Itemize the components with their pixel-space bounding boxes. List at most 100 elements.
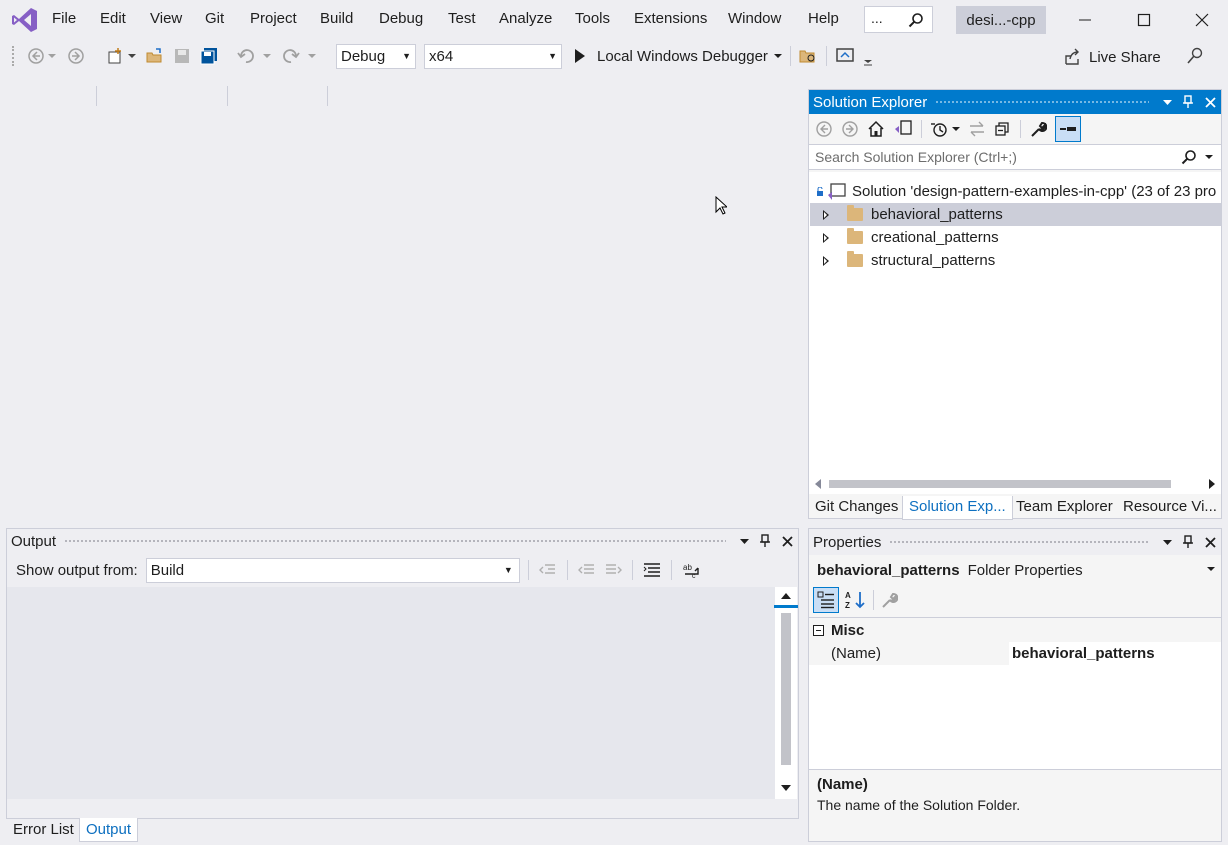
tree-item-folder[interactable]: structural_patterns	[810, 249, 1222, 272]
tree-item-folder[interactable]: creational_patterns	[810, 226, 1222, 249]
save-icon[interactable]	[172, 46, 192, 66]
scroll-down-icon[interactable]	[781, 785, 791, 791]
menu-project[interactable]: Project	[250, 10, 297, 27]
property-row-name[interactable]: (Name) behavioral_patterns	[809, 642, 1221, 665]
pending-changes-filter-icon[interactable]	[930, 120, 948, 138]
categorized-view-button[interactable]	[813, 587, 839, 613]
menu-test[interactable]: Test	[448, 10, 476, 27]
expand-arrow-icon[interactable]	[823, 232, 829, 243]
filter-dropdown-icon[interactable]	[952, 126, 960, 132]
window-position-dropdown[interactable]	[1157, 539, 1177, 545]
new-dropdown-icon[interactable]	[127, 46, 137, 66]
property-description: (Name) The name of the Solution Folder.	[809, 769, 1221, 841]
property-pages-wrench-icon[interactable]	[880, 591, 898, 609]
collapse-minus-icon[interactable]	[813, 624, 824, 636]
home-icon[interactable]	[867, 120, 885, 138]
output-vertical-scrollbar[interactable]	[774, 587, 798, 799]
clear-all-icon[interactable]	[643, 562, 661, 578]
tab-output[interactable]: Output	[79, 818, 139, 842]
redo-icon[interactable]	[281, 46, 301, 66]
save-all-icon[interactable]	[199, 46, 219, 66]
sync-with-active-document-icon[interactable]	[968, 120, 986, 138]
tree-item-solution[interactable]: Solution 'design-pattern-examples-in-cpp…	[810, 180, 1222, 203]
menu-extensions[interactable]: Extensions	[634, 10, 707, 27]
solution-name-badge[interactable]: desi...-cpp	[956, 6, 1046, 34]
forward-icon[interactable]	[841, 120, 859, 138]
window-position-dropdown[interactable]	[734, 538, 754, 544]
solution-configuration-select[interactable]: Debug ▼	[336, 44, 416, 69]
properties-object-selector[interactable]: behavioral_patterns Folder Properties	[809, 555, 1221, 585]
tab-resource-view[interactable]: Resource Vi...	[1117, 496, 1223, 520]
scroll-right-icon[interactable]	[1209, 479, 1215, 489]
search-icon[interactable]	[1181, 149, 1197, 165]
close-pane-button[interactable]	[1199, 536, 1221, 548]
maximize-button[interactable]	[1131, 8, 1157, 32]
scrollbar-thumb[interactable]	[781, 613, 791, 765]
menu-debug[interactable]: Debug	[379, 10, 423, 27]
tab-error-list[interactable]: Error List	[7, 818, 80, 842]
menu-file[interactable]: File	[52, 10, 76, 27]
navigate-back-icon[interactable]	[26, 46, 46, 66]
alphabetical-sort-icon[interactable]: AZ	[845, 590, 867, 610]
output-text-area[interactable]	[7, 587, 775, 799]
live-share-button[interactable]: Live Share	[1063, 47, 1161, 67]
menu-edit[interactable]: Edit	[100, 10, 126, 27]
editor-area[interactable]	[0, 80, 805, 520]
undo-icon[interactable]	[236, 46, 256, 66]
scroll-up-icon[interactable]	[781, 593, 791, 599]
feedback-icon[interactable]	[1185, 46, 1205, 66]
solution-platform-select[interactable]: x64 ▼	[424, 44, 562, 69]
menu-tools[interactable]: Tools	[575, 10, 610, 27]
undo-dropdown-icon[interactable]	[262, 46, 272, 66]
collapse-all-icon[interactable]	[994, 120, 1012, 138]
navigate-forward-icon[interactable]	[66, 46, 86, 66]
toggle-word-wrap-icon[interactable]: ab c	[682, 562, 702, 578]
menu-help[interactable]: Help	[808, 10, 839, 27]
previous-message-icon[interactable]	[577, 562, 596, 578]
scrollbar-thumb[interactable]	[829, 480, 1171, 488]
tree-horizontal-scrollbar[interactable]	[809, 475, 1221, 493]
search-options-dropdown-icon[interactable]	[1205, 155, 1213, 160]
close-window-button[interactable]	[1189, 8, 1215, 32]
find-in-files-icon[interactable]	[798, 46, 818, 66]
expand-arrow-icon[interactable]	[823, 209, 829, 220]
switch-views-icon[interactable]	[893, 120, 913, 138]
toolbar-overflow-icon[interactable]	[862, 50, 874, 70]
new-project-icon[interactable]	[105, 46, 125, 66]
auto-hide-pin-button[interactable]	[1177, 95, 1199, 109]
menu-git[interactable]: Git	[205, 10, 224, 27]
close-pane-button[interactable]	[1199, 96, 1221, 108]
window-position-dropdown[interactable]	[1157, 99, 1177, 105]
back-icon[interactable]	[815, 120, 833, 138]
properties-wrench-icon[interactable]	[1029, 120, 1047, 138]
tab-team-explorer[interactable]: Team Explorer	[1010, 496, 1119, 520]
close-pane-button[interactable]	[776, 535, 798, 547]
expand-arrow-icon[interactable]	[823, 255, 829, 266]
tree-item-folder[interactable]: behavioral_patterns	[810, 203, 1222, 226]
scroll-left-icon[interactable]	[815, 479, 821, 489]
tab-git-changes[interactable]: Git Changes	[809, 496, 904, 520]
next-message-icon[interactable]	[604, 562, 622, 578]
output-source-select[interactable]: Build ▼	[145, 557, 520, 583]
tab-solution-explorer[interactable]: Solution Exp...	[902, 496, 1013, 520]
preview-window-icon[interactable]	[835, 46, 855, 66]
preview-selected-items-toggle[interactable]	[1055, 116, 1081, 142]
auto-hide-pin-button[interactable]	[754, 534, 776, 548]
toolbar-grip[interactable]	[12, 46, 14, 66]
redo-dropdown-icon[interactable]	[307, 46, 317, 66]
property-value[interactable]: behavioral_patterns	[1009, 642, 1221, 665]
menu-build[interactable]: Build	[320, 10, 353, 27]
start-debugging-button[interactable]: Local Windows Debugger	[574, 46, 782, 66]
menu-view[interactable]: View	[150, 10, 182, 27]
category-row-misc[interactable]: Misc	[809, 618, 1221, 642]
auto-hide-pin-button[interactable]	[1177, 535, 1199, 549]
menu-analyze[interactable]: Analyze	[499, 10, 552, 27]
find-message-icon[interactable]	[538, 562, 557, 578]
search-box[interactable]: ...	[864, 6, 933, 33]
visual-studio-logo-icon[interactable]	[10, 6, 40, 34]
back-dropdown-icon[interactable]	[47, 46, 57, 66]
minimize-button[interactable]	[1072, 8, 1098, 32]
open-file-icon[interactable]	[145, 46, 165, 66]
menu-window[interactable]: Window	[728, 10, 781, 27]
solution-explorer-search-field[interactable]: Search Solution Explorer (Ctrl+;)	[809, 144, 1221, 170]
